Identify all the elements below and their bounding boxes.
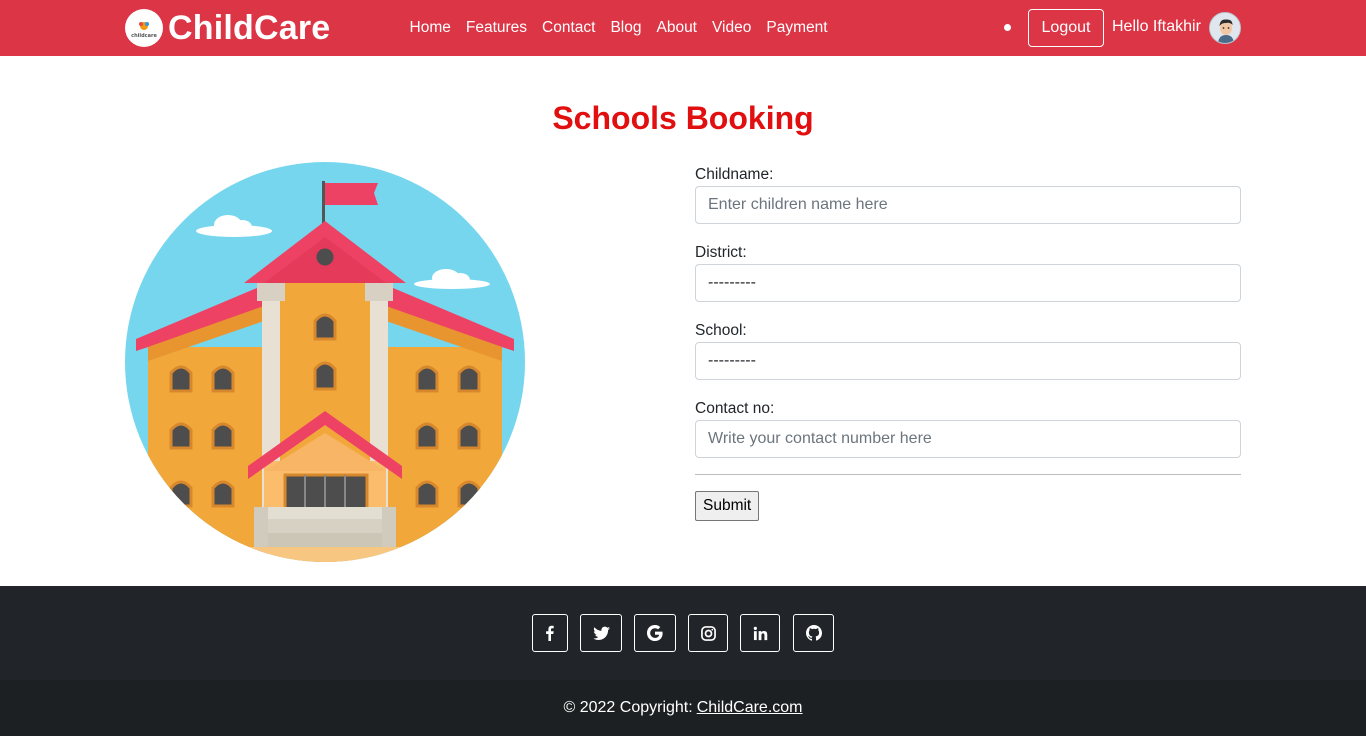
nav-link-blog[interactable]: Blog: [603, 19, 649, 37]
nav-link-about[interactable]: About: [649, 19, 705, 37]
contact-group: Contact no:: [695, 398, 1241, 458]
school-label: School:: [695, 322, 747, 339]
twitter-icon: [592, 626, 610, 640]
google-icon: [647, 625, 663, 641]
school-select[interactable]: ---------: [695, 342, 1241, 380]
footer-social: [0, 586, 1366, 680]
nav-link-home[interactable]: Home: [402, 19, 458, 37]
linkedin-icon: [753, 626, 767, 640]
instagram-icon: [700, 625, 716, 641]
logout-button[interactable]: Logout: [1028, 9, 1104, 47]
github-button[interactable]: [793, 614, 834, 652]
nav-dot-icon: [1004, 24, 1011, 31]
navbar: childcare ChildCare Home Features Contac…: [0, 0, 1366, 56]
booking-form: Childname: District: --------- School: -…: [695, 164, 1241, 521]
user-avatar[interactable]: [1209, 12, 1241, 44]
brand-name[interactable]: ChildCare: [168, 9, 330, 48]
submit-button[interactable]: Submit: [695, 491, 760, 521]
footer-copyright: © 2022 Copyright: ChildCare.com: [0, 680, 1366, 736]
facebook-icon: [546, 625, 554, 641]
page-title: Schools Booking: [552, 100, 814, 136]
district-group: District: ---------: [695, 242, 1241, 302]
brand[interactable]: childcare ChildCare: [125, 8, 330, 48]
nav-link-features[interactable]: Features: [458, 19, 534, 37]
copyright-link[interactable]: ChildCare.com: [697, 699, 803, 717]
brand-logo-text: childcare: [131, 33, 157, 39]
brand-logo[interactable]: childcare: [125, 9, 163, 47]
nav-link-video[interactable]: Video: [705, 19, 759, 37]
brand-logo-icon: childcare: [131, 22, 157, 39]
user-greeting: Hello Iftakhir: [1112, 18, 1201, 35]
district-select[interactable]: ---------: [695, 264, 1241, 302]
github-icon: [805, 625, 822, 641]
linkedin-button[interactable]: [740, 614, 780, 652]
school-group: School: ---------: [695, 320, 1241, 380]
contact-input[interactable]: [695, 420, 1241, 458]
copyright-text: © 2022 Copyright:: [563, 699, 693, 716]
childname-group: Childname:: [695, 164, 1241, 224]
nav-link-payment[interactable]: Payment: [759, 19, 835, 37]
facebook-button[interactable]: [532, 614, 568, 652]
twitter-button[interactable]: [580, 614, 622, 652]
nav-link-contact[interactable]: Contact: [535, 19, 603, 37]
form-divider: [695, 474, 1241, 475]
contact-label: Contact no:: [695, 400, 775, 417]
childname-label: Childname:: [695, 166, 774, 183]
childname-input[interactable]: [695, 186, 1241, 224]
google-button[interactable]: [634, 614, 676, 652]
school-illustration: [125, 162, 525, 562]
avatar-icon: [1210, 13, 1240, 43]
instagram-button[interactable]: [688, 614, 728, 652]
nav-links: Home Features Contact Blog About Video P…: [402, 0, 835, 56]
district-label: District:: [695, 244, 747, 261]
